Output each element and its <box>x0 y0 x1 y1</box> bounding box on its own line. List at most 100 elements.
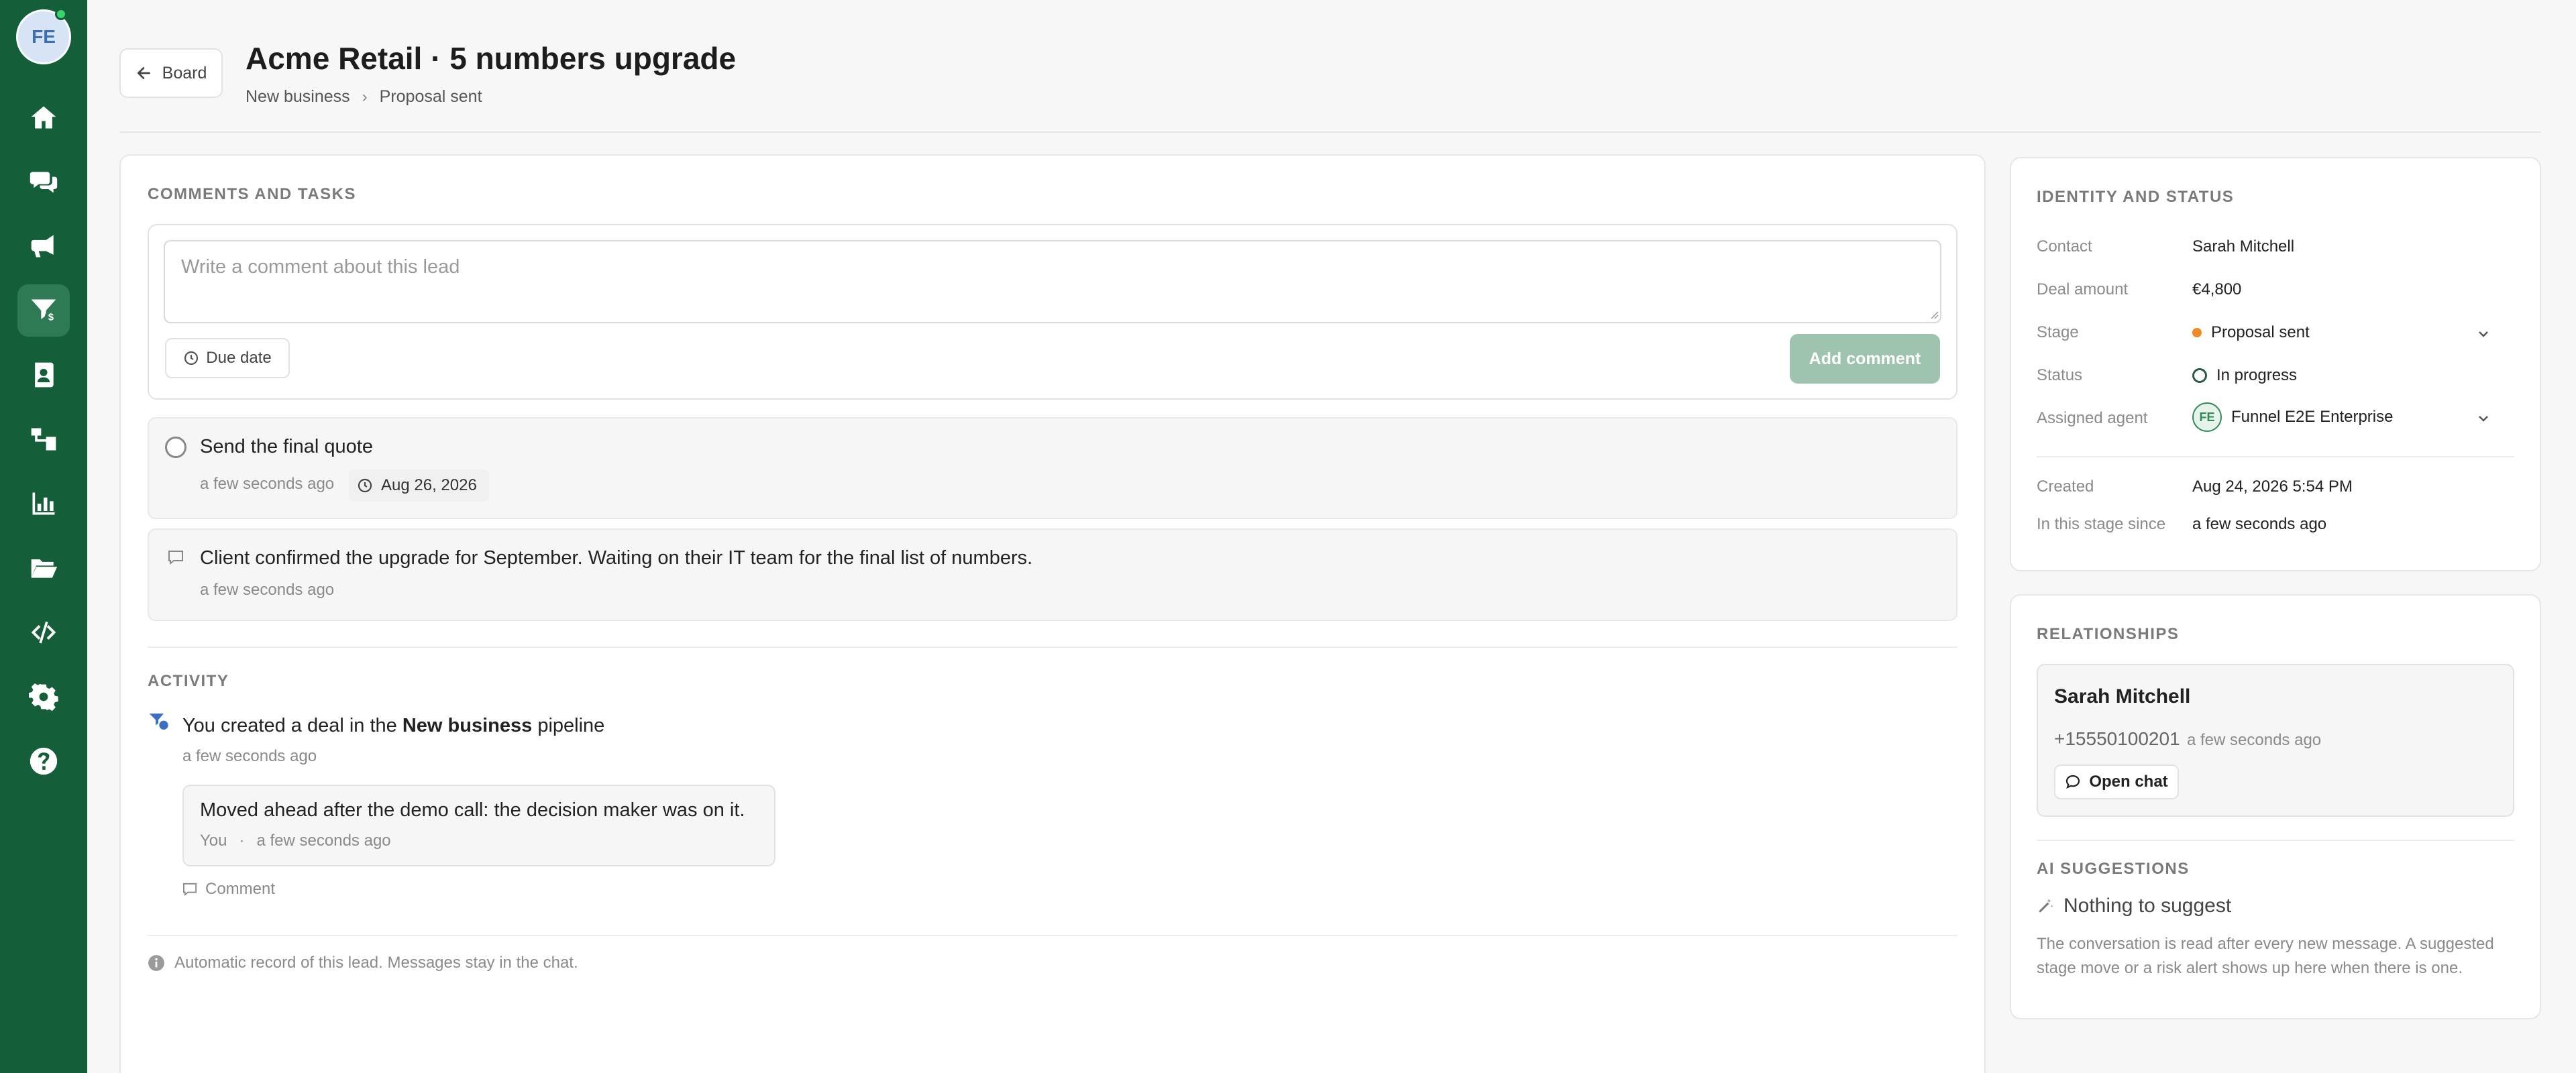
deal-amount-label: Deal amount <box>2037 280 2129 298</box>
gear-icon <box>29 683 58 712</box>
sidebar-item-funnel[interactable]: $ <box>17 284 70 337</box>
sidebar-item-developers[interactable] <box>17 606 70 659</box>
task-item <box>148 417 1957 519</box>
comment-icon <box>168 551 183 565</box>
comment-input[interactable] <box>164 240 1941 323</box>
sidebar-item-home[interactable] <box>17 91 70 144</box>
code-icon <box>31 621 56 644</box>
status-label: Status <box>2037 366 2083 384</box>
stage-label: Stage <box>2037 323 2079 341</box>
status-text: In progress <box>2216 366 2298 384</box>
ai-suggestion-text: Nothing to suggest <box>2063 895 2232 917</box>
deal-amount-value[interactable]: €4,800 <box>2192 280 2241 299</box>
funnel-icon: $ <box>31 299 58 323</box>
activity-section-label: ACTIVITY <box>148 672 229 690</box>
open-chat-label: Open chat <box>2089 773 2168 791</box>
identity-divider <box>2037 456 2514 457</box>
due-date-button[interactable]: Due date <box>165 338 290 378</box>
comment-timestamp: a few seconds ago <box>200 581 335 599</box>
breadcrumb-pipeline[interactable]: New business <box>246 87 350 107</box>
stage-value: Proposal sent <box>2211 323 2310 341</box>
assigned-agent-select[interactable]: FE Funnel E2E Enterprise <box>2192 402 2393 432</box>
clock-icon <box>184 351 199 365</box>
ai-suggestion-description: The conversation is read after every new… <box>2037 935 2494 977</box>
online-status-dot <box>55 8 67 20</box>
task-due-date-chip[interactable]: Aug 26, 2026 <box>349 469 489 502</box>
resize-grip-icon[interactable] <box>1928 308 1939 319</box>
contacts-book-icon <box>35 362 54 388</box>
sidebar-item-contacts[interactable] <box>17 349 70 401</box>
assigned-agent-label: Assigned agent <box>2037 409 2148 427</box>
folder-icon <box>31 559 58 578</box>
activity-note-time: a few seconds ago <box>256 832 391 850</box>
comments-section-label: COMMENTS AND TASKS <box>148 185 356 203</box>
status-value[interactable]: In progress <box>2192 366 2297 385</box>
stage-since: a few seconds ago <box>2192 515 2327 533</box>
sidebar-item-chats[interactable] <box>17 156 70 208</box>
task-timestamp: a few seconds ago <box>200 475 335 493</box>
breadcrumb: New business › Proposal sent <box>246 87 482 107</box>
sidebar-item-campaigns[interactable] <box>17 220 70 272</box>
relationship-phone: +15550100201 <box>2054 728 2180 749</box>
sidebar-item-flows[interactable] <box>17 413 70 465</box>
arrow-left-icon <box>137 67 150 79</box>
breadcrumb-stage[interactable]: Proposal sent <box>380 87 482 107</box>
clock-icon <box>358 478 372 493</box>
chevron-down-icon[interactable] <box>2475 410 2491 427</box>
funnel-icon <box>149 714 168 730</box>
ai-suggestion-title: Nothing to suggest <box>2037 895 2231 917</box>
chat-bubble-icon <box>2066 775 2080 789</box>
info-note-text: Automatic record of this lead. Messages … <box>174 954 578 972</box>
activity-entry: You created a deal in the New business p… <box>182 715 604 737</box>
identity-section-label: IDENTITY AND STATUS <box>2037 188 2235 206</box>
task-title: Send the final quote <box>200 436 373 457</box>
created-date: Aug 24, 2026 5:54 PM <box>2192 477 2353 496</box>
sidebar-item-reports[interactable] <box>17 477 70 530</box>
svg-text:$: $ <box>48 313 54 323</box>
meta-separator: · <box>239 832 245 850</box>
identity-panel <box>2010 157 2541 571</box>
task-complete-checkbox[interactable] <box>165 437 186 458</box>
section-divider <box>148 646 1957 648</box>
home-icon <box>31 106 56 129</box>
activity-note-author: You <box>200 832 227 850</box>
sidebar-item-help[interactable] <box>17 735 70 787</box>
contact-value[interactable]: Sarah Mitchell <box>2192 237 2294 256</box>
agent-name: Funnel E2E Enterprise <box>2231 408 2394 426</box>
relationships-section-label: RELATIONSHIPS <box>2037 625 2180 643</box>
activity-note-text: Moved ahead after the demo call: the dec… <box>200 799 745 821</box>
magic-wand-icon <box>2039 899 2053 913</box>
footer-divider <box>148 935 1957 936</box>
created-label: Created <box>2037 477 2094 496</box>
task-due-date: Aug 26, 2026 <box>381 476 477 494</box>
header-divider <box>119 131 2541 133</box>
chat-icon <box>30 172 58 193</box>
relationships-divider <box>2037 840 2514 841</box>
deal-amount: €4,800 <box>2192 280 2242 298</box>
comment-link-label: Comment <box>205 880 276 898</box>
activity-note <box>182 785 775 866</box>
add-comment-button[interactable]: Add comment <box>1790 334 1940 384</box>
stage-select[interactable]: Proposal sent <box>2192 323 2310 342</box>
chart-icon <box>32 492 55 515</box>
open-chat-button[interactable]: Open chat <box>2054 765 2179 799</box>
relationship-name[interactable]: Sarah Mitchell <box>2054 685 2190 708</box>
comment-text: Client confirmed the upgrade for Septemb… <box>200 547 1033 569</box>
stage-since-label: In this stage since <box>2037 515 2166 533</box>
stage-since-value: a few seconds ago <box>2192 515 2326 534</box>
activity-note-meta: You · a few seconds ago <box>200 832 391 850</box>
help-icon <box>30 747 58 775</box>
activity-comment-button[interactable]: Comment <box>182 880 275 899</box>
comment-icon <box>183 883 197 896</box>
chevron-down-icon[interactable] <box>2475 326 2491 342</box>
sidebar-item-files[interactable] <box>17 542 70 594</box>
activity-pipeline-name: New business <box>402 715 533 736</box>
contact-label: Contact <box>2037 237 2092 256</box>
back-to-board-button[interactable]: Board <box>119 48 223 98</box>
sidebar: FE $ <box>0 0 87 1073</box>
back-button-label: Board <box>162 63 207 82</box>
comment-item <box>148 528 1957 621</box>
info-icon <box>148 955 164 971</box>
due-date-label: Due date <box>206 349 272 367</box>
sidebar-item-settings[interactable] <box>17 671 70 723</box>
